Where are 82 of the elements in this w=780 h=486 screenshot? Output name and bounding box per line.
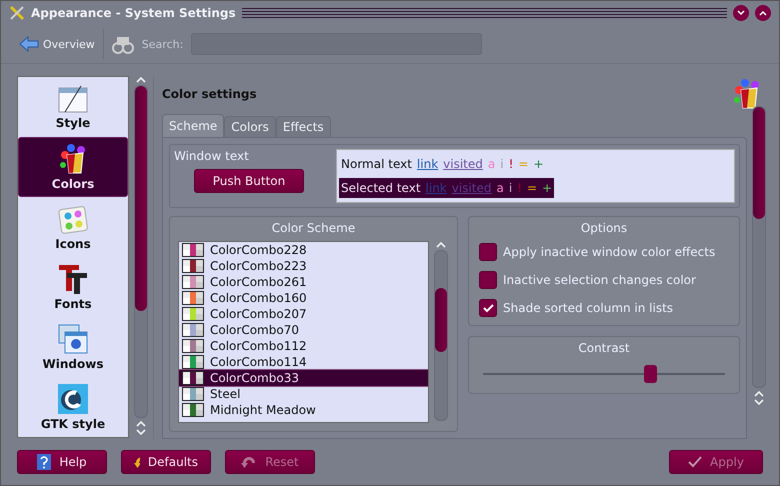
minimize-button[interactable] xyxy=(733,5,749,21)
scheme-swatch xyxy=(182,339,204,353)
preview-sample: ! xyxy=(517,181,522,195)
scheme-swatch xyxy=(182,355,204,369)
scheme-item[interactable]: ColorCombo207 xyxy=(179,306,428,322)
scheme-item[interactable]: ColorCombo223 xyxy=(179,258,428,274)
preview-text: Normal text xyxy=(341,157,412,171)
scheme-item[interactable]: Steel xyxy=(179,386,428,402)
preview-text: Selected text xyxy=(341,181,421,195)
slider-thumb[interactable] xyxy=(644,365,657,383)
binoculars-icon xyxy=(112,34,134,54)
group-title: Color Scheme xyxy=(270,221,356,235)
caret-up-icon xyxy=(759,10,767,16)
scheme-item[interactable]: ColorCombo261 xyxy=(179,274,428,290)
checkmark-icon xyxy=(482,304,494,312)
preview-sample[interactable]: visited xyxy=(443,157,483,171)
scroll-down-icon[interactable] xyxy=(754,399,764,406)
scheme-swatch xyxy=(182,275,204,289)
scrollbar-track[interactable] xyxy=(434,250,448,421)
scheme-item[interactable]: ColorCombo70 xyxy=(179,322,428,338)
sidebar-item[interactable]: Style xyxy=(18,77,128,137)
scheme-item[interactable]: ColorCombo160 xyxy=(179,290,428,306)
tab[interactable]: Colors xyxy=(224,116,276,137)
dots-card-icon xyxy=(57,203,89,235)
sidebar-item[interactable]: Colors xyxy=(18,137,128,197)
tools-icon xyxy=(9,5,25,21)
preview-sample: a xyxy=(488,157,496,171)
preview-sample: a xyxy=(496,181,504,195)
overview-button[interactable]: Overview xyxy=(19,29,104,59)
group-title: Options xyxy=(580,221,628,235)
preview-sample: + xyxy=(533,157,544,171)
scheme-item[interactable]: ColorCombo33 xyxy=(179,370,428,386)
scroll-up-icon[interactable] xyxy=(754,390,764,397)
tab[interactable]: Effects xyxy=(276,116,331,137)
push-button[interactable]: Push Button xyxy=(194,169,304,193)
scheme-swatch xyxy=(182,371,204,385)
preview-sample: i xyxy=(508,181,512,195)
scrollbar-thumb[interactable] xyxy=(753,107,765,219)
scrollbar-track[interactable] xyxy=(134,85,148,418)
scheme-swatch xyxy=(182,387,204,401)
window-title: Appearance - System Settings xyxy=(31,6,236,20)
maximize-button[interactable] xyxy=(755,5,771,21)
preview-sample: = xyxy=(518,157,528,171)
font-letters-icon xyxy=(57,263,89,295)
sidebar-item[interactable]: GTK style xyxy=(18,377,128,437)
scheme-item[interactable]: ColorCombo114 xyxy=(179,354,428,370)
scroll-up-icon[interactable] xyxy=(136,420,146,427)
windows-icon xyxy=(57,323,89,355)
sidebar-item[interactable]: Icons xyxy=(18,197,128,257)
back-arrow-icon xyxy=(19,36,39,52)
scheme-swatch xyxy=(182,403,204,417)
scheme-item[interactable]: Midnight Meadow xyxy=(179,402,428,418)
window-style-icon xyxy=(57,84,89,114)
scheme-swatch xyxy=(182,323,204,337)
preview-sample: ! xyxy=(508,157,514,171)
group-title: Contrast xyxy=(577,341,631,355)
scrollbar-thumb[interactable] xyxy=(435,288,447,352)
scheme-swatch xyxy=(182,259,204,273)
preview-sample[interactable]: link xyxy=(416,157,438,171)
defaults-button[interactable]: Defaults xyxy=(121,450,211,474)
help-book-icon xyxy=(37,454,52,470)
scheme-item[interactable]: ColorCombo112 xyxy=(179,338,428,354)
scheme-swatch xyxy=(182,291,204,305)
preview-sample: = xyxy=(527,181,538,195)
scrollbar-track[interactable] xyxy=(752,106,766,388)
caret-down-icon xyxy=(737,10,745,16)
sidebar-item[interactable]: Windows xyxy=(18,317,128,377)
scroll-up-icon[interactable] xyxy=(136,76,146,83)
preview-sample: i xyxy=(500,157,504,171)
checkmark-icon xyxy=(688,456,702,468)
page-title: Color settings xyxy=(162,87,257,101)
scheme-item[interactable]: ColorCombo228 xyxy=(179,242,428,258)
scrollbar-thumb[interactable] xyxy=(135,86,147,312)
help-button[interactable]: Help xyxy=(17,450,107,474)
sidebar-item[interactable]: Fonts xyxy=(18,257,128,317)
scheme-swatch xyxy=(182,307,204,321)
scheme-swatch xyxy=(182,243,204,257)
preview-sample: + xyxy=(542,181,552,195)
scroll-up-icon[interactable] xyxy=(436,241,446,248)
window-text-label: Window text xyxy=(174,149,250,163)
search-label: Search: xyxy=(142,38,184,50)
scroll-down-icon[interactable] xyxy=(136,429,146,436)
